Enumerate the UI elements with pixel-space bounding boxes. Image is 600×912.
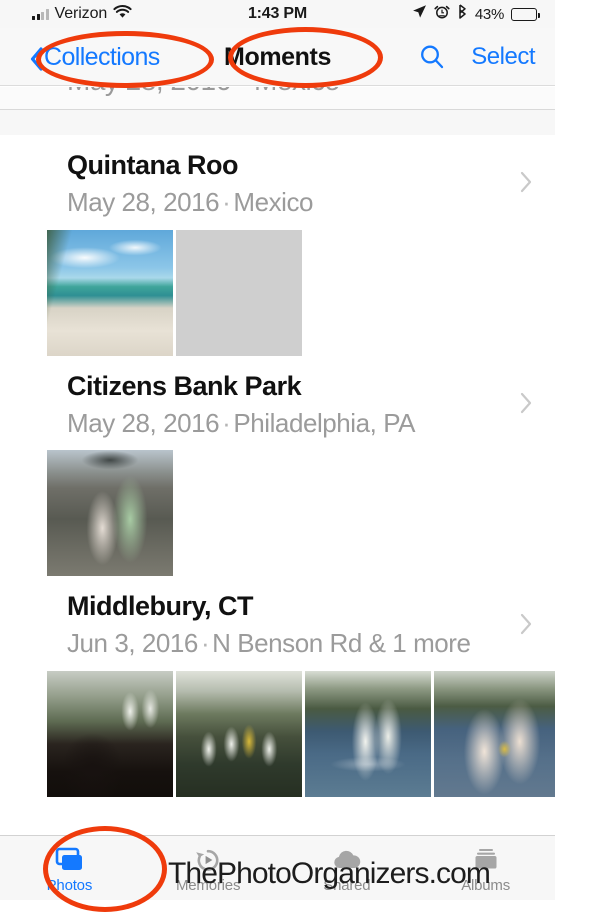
moment-place: N Benson Rd & 1 more [212, 628, 471, 659]
alarm-clock-icon [434, 4, 450, 24]
navigation-bar: Collections Moments Select [0, 28, 555, 86]
moment-title: Quintana Roo [67, 150, 239, 180]
bluetooth-icon [457, 4, 468, 24]
photo-image [47, 229, 173, 356]
moment-subtitle: Jun 3, 2016 · N Benson Rd & 1 more [67, 627, 555, 661]
search-icon[interactable] [419, 44, 445, 70]
beach-shoreline-photo[interactable] [47, 229, 173, 356]
photo-thumbnail-row [0, 671, 555, 798]
photo-image [434, 671, 555, 798]
tab-memories[interactable]: Memories [139, 836, 278, 900]
team-group-photo[interactable] [176, 671, 302, 798]
phone-screen: Verizon 1:43 PM 43% Collections Moments … [0, 0, 555, 900]
moment-section: Middlebury, CT Jun 3, 2016 · N Benson Rd & … [0, 576, 555, 798]
chevron-right-icon [519, 391, 533, 415]
tab-shared-label: Shared [323, 877, 371, 894]
two-players-court-photo[interactable] [305, 671, 431, 798]
tab-photos-label: Photos [46, 877, 93, 894]
sunset-lagoon-photo[interactable] [176, 229, 302, 356]
photo-image [305, 671, 431, 798]
battery-percent-label: 43% [474, 5, 504, 23]
clipped-photo-strip [0, 110, 555, 135]
moment-separator: · [222, 186, 231, 217]
moment-header[interactable]: Quintana Roo May 28, 2016 · Mexico [0, 135, 555, 230]
albums-folder-icon [471, 846, 501, 874]
moment-place: Philadelphia, PA [233, 407, 416, 438]
tab-bar: Photos Memories Shared Albums [0, 835, 555, 900]
moment-header[interactable]: Middlebury, CT Jun 3, 2016 · N Benson Rd & … [0, 576, 555, 671]
tab-albums-label: Albums [461, 877, 511, 894]
photo-image [176, 671, 302, 798]
moment-title: Citizens Bank Park [67, 370, 302, 401]
screenshot-root: Verizon 1:43 PM 43% Collections Moments … [0, 0, 600, 912]
moment-separator: · [200, 628, 210, 659]
photo-thumbnail-row [0, 450, 555, 577]
moments-container: Quintana Roo May 28, 2016 · Mexico Citizens … [0, 135, 555, 798]
clipped-moment-subtitle: May 28, 2016 · Mexico [67, 87, 340, 97]
moment-subtitle: May 28, 2016 · Philadelphia, PA [67, 407, 555, 441]
memories-replay-icon [193, 846, 223, 874]
moment-title: Middlebury, CT [67, 591, 254, 622]
photo-thumbnail-row [0, 229, 555, 356]
clipped-moment-header[interactable]: May 28, 2016 · Mexico [0, 87, 555, 109]
moment-section: Quintana Roo May 28, 2016 · Mexico [0, 135, 555, 356]
tab-photos[interactable]: Photos [0, 836, 139, 900]
photo-image [47, 671, 173, 798]
moment-header[interactable]: Citizens Bank Park May 28, 2016 · Philadelp… [0, 356, 555, 451]
select-button[interactable]: Select [471, 43, 535, 71]
moment-place: Mexico [233, 186, 314, 217]
moment-date: May 28, 2016 [67, 407, 220, 438]
medal-selfie-photo[interactable] [434, 671, 555, 798]
moment-date: Jun 3, 2016 [67, 628, 198, 659]
chevron-right-icon [519, 612, 533, 636]
clock-label: 1:43 PM [247, 5, 308, 22]
moment-section: Citizens Bank Park May 28, 2016 · Philadelp… [0, 356, 555, 577]
navigation-bar-actions: Select [419, 28, 535, 86]
photos-stack-icon [53, 846, 85, 874]
photo-image [176, 230, 302, 356]
status-bar: Verizon 1:43 PM 43% [0, 0, 555, 28]
chevron-right-icon [519, 170, 533, 194]
couple-at-ballpark-photo[interactable] [47, 450, 173, 577]
battery-icon [511, 7, 540, 21]
cloud-icon [329, 846, 365, 874]
tab-albums[interactable]: Albums [416, 836, 555, 900]
moment-date: May 28, 2016 [67, 186, 220, 217]
photo-image [47, 450, 173, 577]
moments-list[interactable]: May 28, 2016 · Mexico Quintana Roo May 28… [0, 87, 555, 835]
moment-subtitle: May 28, 2016 · Mexico [67, 186, 555, 220]
tab-shared[interactable]: Shared [278, 836, 417, 900]
moment-separator: · [222, 407, 231, 438]
location-arrow-icon [412, 4, 427, 24]
tab-memories-label: Memories [176, 877, 241, 894]
team-celebration-photo[interactable] [47, 671, 173, 798]
status-bar-right: 43% [412, 0, 540, 28]
